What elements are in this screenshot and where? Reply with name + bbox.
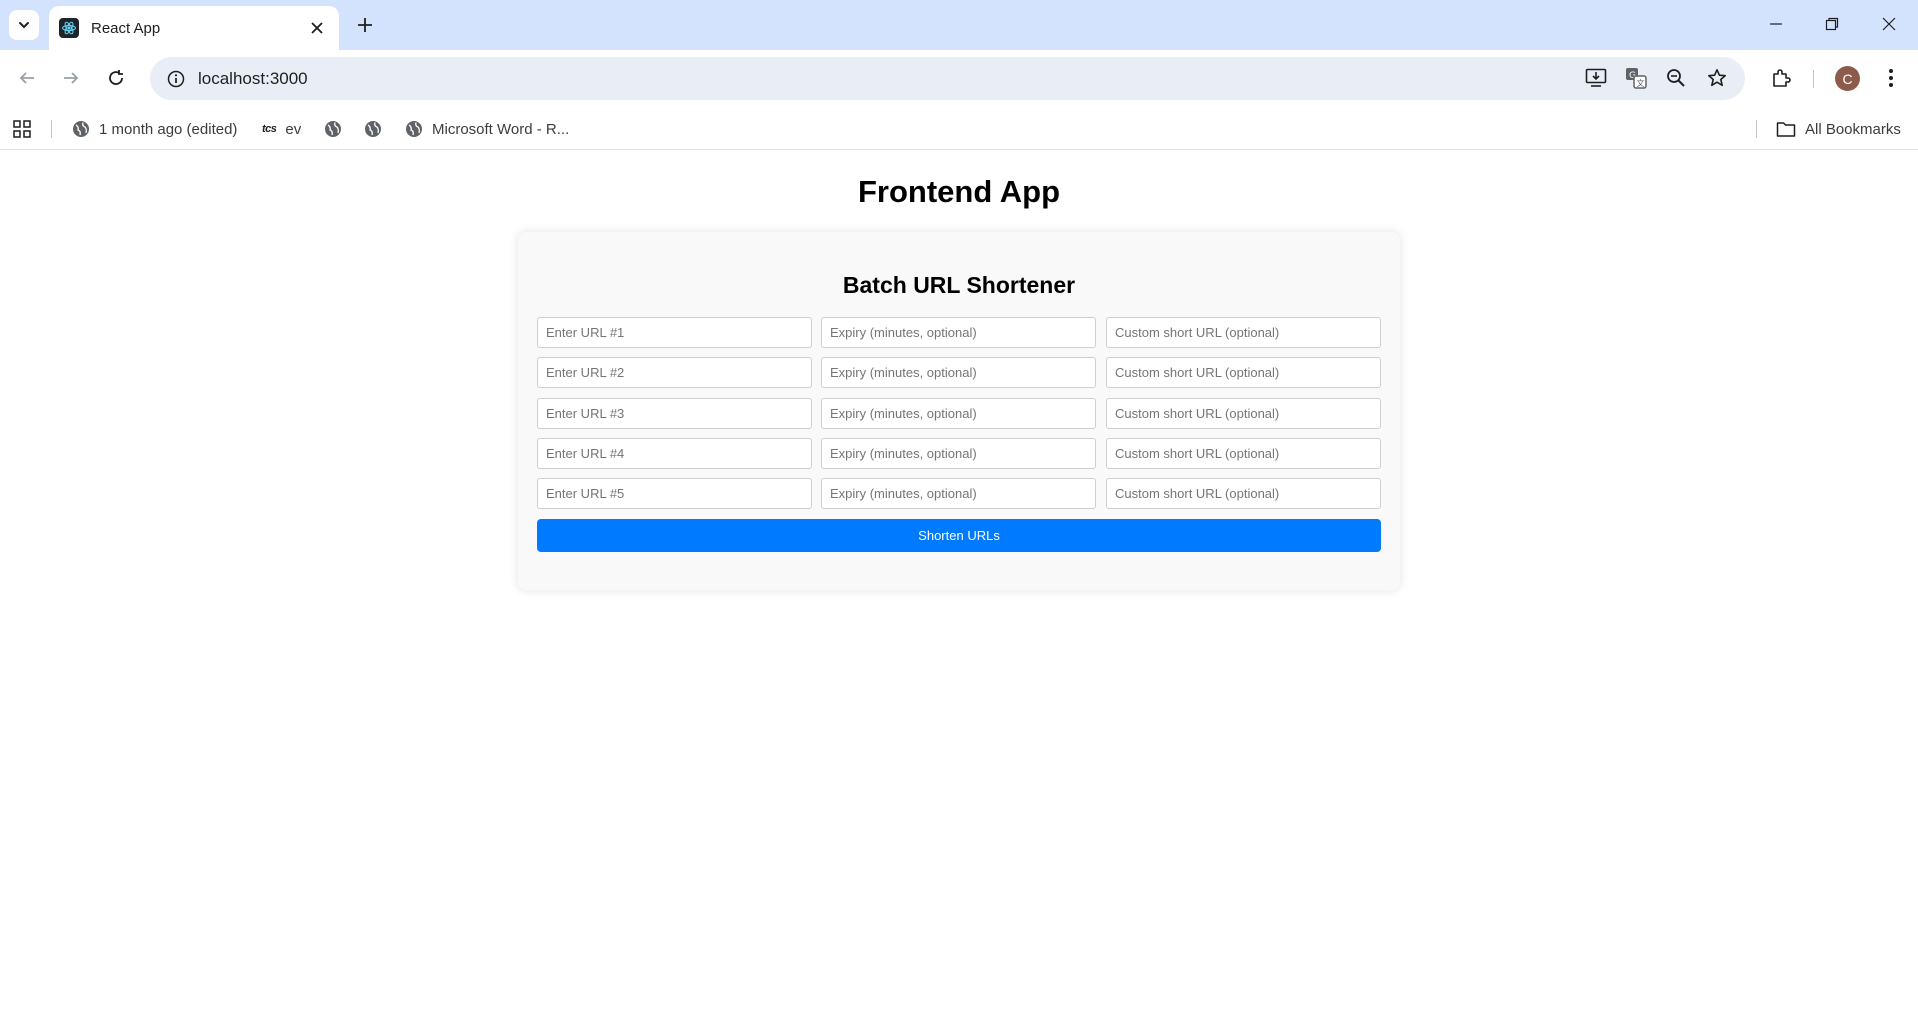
custom-short-url-input-4[interactable]: [1106, 438, 1381, 469]
star-icon[interactable]: [1703, 64, 1731, 92]
browser-toolbar: localhost:3000 G文 C: [0, 50, 1918, 108]
bookmark-divider: [1756, 120, 1757, 138]
bookmark-item[interactable]: [364, 116, 391, 142]
avatar[interactable]: C: [1835, 66, 1860, 91]
bookmark-divider: [51, 120, 52, 138]
globe-icon: [405, 120, 423, 138]
url-input-4[interactable]: [537, 438, 812, 469]
custom-short-url-input-3[interactable]: [1106, 398, 1381, 429]
kebab-menu-icon[interactable]: [1877, 64, 1905, 92]
globe-icon: [72, 120, 90, 138]
apps-button[interactable]: [12, 116, 32, 142]
custom-short-url-input-2[interactable]: [1106, 357, 1381, 388]
zoom-icon[interactable]: [1662, 64, 1690, 92]
chevron-down-icon: [17, 18, 31, 32]
install-icon[interactable]: [1582, 64, 1610, 92]
url-row-5: [537, 478, 1381, 509]
bookmark-label: 1 month ago (edited): [99, 120, 238, 138]
shorten-urls-button[interactable]: Shorten URLs: [537, 519, 1381, 552]
arrow-right-icon: [62, 69, 80, 87]
forward-button[interactable]: [57, 64, 85, 92]
url-input-1[interactable]: [537, 317, 812, 348]
expiry-input-4[interactable]: [821, 438, 1096, 469]
back-button[interactable]: [13, 64, 41, 92]
expiry-input-3[interactable]: [821, 398, 1096, 429]
restore-icon: [1825, 17, 1839, 31]
batch-shortener-form: Batch URL Shortener Shorten URLs: [518, 232, 1400, 590]
url-input-3[interactable]: [537, 398, 812, 429]
toolbar-divider: [1813, 70, 1814, 88]
apps-grid-icon: [12, 119, 32, 139]
tab-search-button[interactable]: [9, 10, 39, 40]
active-tab[interactable]: React App: [49, 6, 339, 50]
minimize-icon: [1769, 17, 1783, 31]
url-row-3: [537, 398, 1381, 429]
bookmark-item[interactable]: Microsoft Word - R...: [405, 116, 569, 142]
bookmark-label: Microsoft Word - R...: [432, 120, 570, 138]
folder-icon: [1776, 120, 1796, 138]
globe-icon: [364, 120, 382, 138]
bookmark-item[interactable]: 1 month ago (edited): [72, 116, 237, 142]
form-heading: Batch URL Shortener: [842, 272, 1076, 298]
avatar-initial: C: [1842, 70, 1853, 87]
minimize-button[interactable]: [1758, 8, 1794, 40]
reload-icon: [107, 69, 125, 87]
close-icon: [1882, 17, 1896, 31]
custom-short-url-input-1[interactable]: [1106, 317, 1381, 348]
expiry-input-5[interactable]: [821, 478, 1096, 509]
bookmark-label: All Bookmarks: [1805, 120, 1901, 138]
url-row-1: [537, 317, 1381, 348]
address-bar[interactable]: localhost:3000: [150, 57, 1745, 100]
new-tab-button[interactable]: [352, 12, 378, 38]
globe-icon: [324, 120, 342, 138]
bookmarks-bar: 1 month ago (edited) tcs ev Microsoft Wo…: [0, 108, 1918, 150]
react-icon: [59, 18, 79, 38]
window-close-button[interactable]: [1871, 8, 1907, 40]
tab-title: React App: [91, 19, 161, 37]
bookmark-item[interactable]: [324, 116, 351, 142]
url-row-4: [537, 438, 1381, 469]
bookmark-label: ev: [285, 120, 302, 138]
svg-text:文: 文: [1637, 78, 1645, 88]
translate-icon[interactable]: G文: [1622, 64, 1650, 92]
url-input-2[interactable]: [537, 357, 812, 388]
url-input-5[interactable]: [537, 478, 812, 509]
url-text[interactable]: localhost:3000: [198, 69, 308, 89]
info-icon[interactable]: [154, 57, 198, 100]
reload-button[interactable]: [102, 64, 130, 92]
expiry-input-2[interactable]: [821, 357, 1096, 388]
plus-icon: [357, 17, 373, 33]
puzzle-icon[interactable]: [1767, 64, 1795, 92]
restore-button[interactable]: [1814, 8, 1850, 40]
bookmark-item[interactable]: tcs ev: [262, 116, 301, 142]
url-row-2: [537, 357, 1381, 388]
tab-strip: React App: [0, 0, 1918, 50]
expiry-input-1[interactable]: [821, 317, 1096, 348]
tcs-logo: tcs: [262, 123, 277, 135]
page-title: Frontend App: [857, 174, 1061, 209]
custom-short-url-input-5[interactable]: [1106, 478, 1381, 509]
all-bookmarks-button[interactable]: All Bookmarks: [1776, 116, 1901, 142]
arrow-left-icon: [18, 69, 36, 87]
close-icon[interactable]: [307, 18, 327, 38]
